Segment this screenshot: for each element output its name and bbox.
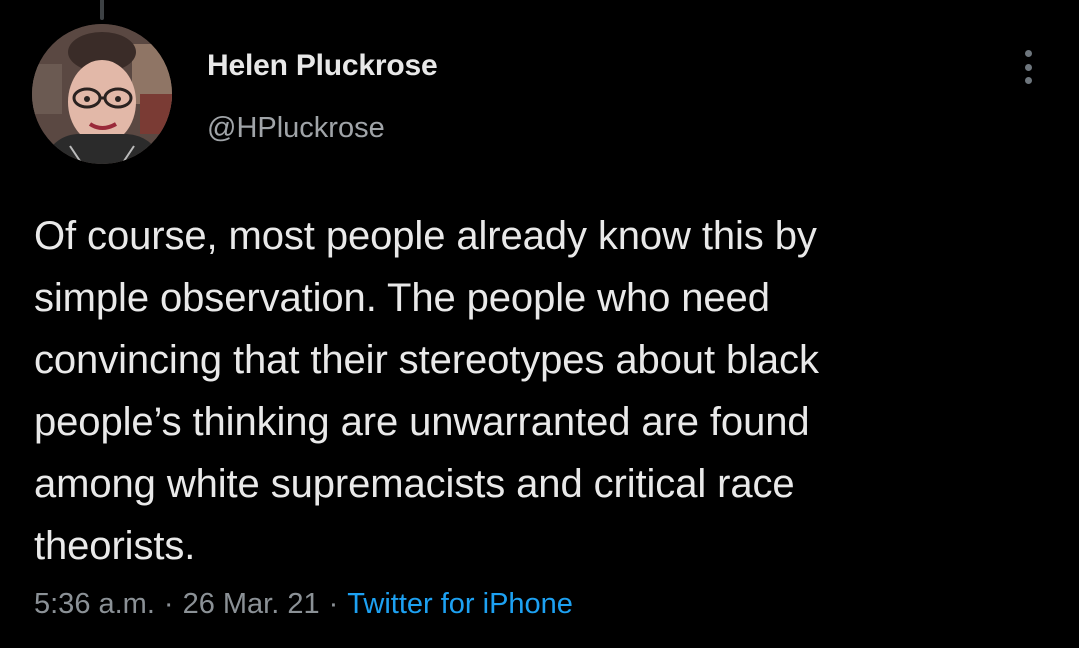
author-display-name[interactable]: Helen Pluckrose <box>207 46 438 86</box>
author-handle[interactable]: @HPluckrose <box>207 108 437 148</box>
avatar-photo <box>32 24 172 164</box>
meta-separator: · <box>328 588 339 620</box>
tweet-header: Helen Pluckrose @HPluckrose <box>207 46 438 148</box>
tweet-metadata: 5:36 a.m. · 26 Mar. 21 · Twitter for iPhone <box>34 584 573 624</box>
tweet-source-link[interactable]: Twitter for iPhone <box>347 588 573 620</box>
meta-separator: · <box>163 588 174 620</box>
more-options-button[interactable] <box>1008 44 1048 90</box>
tweet-text: Of course, most people already know this… <box>34 214 819 568</box>
tweet-date[interactable]: 26 Mar. 21 <box>183 588 320 620</box>
avatar[interactable] <box>32 24 172 164</box>
thread-connector-line <box>100 0 104 20</box>
more-vertical-icon <box>1024 50 1032 84</box>
tweet-time[interactable]: 5:36 a.m. <box>34 588 155 620</box>
